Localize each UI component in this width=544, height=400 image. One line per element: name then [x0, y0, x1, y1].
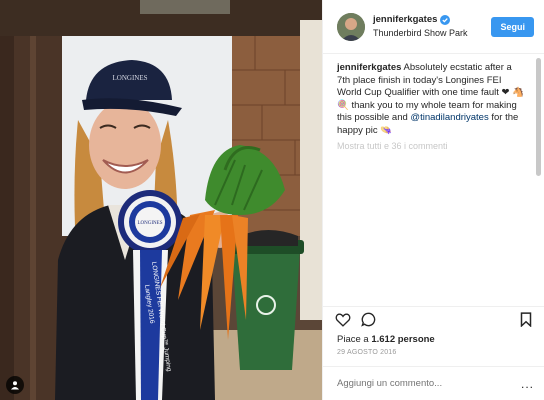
follow-button[interactable]: Segui [491, 16, 534, 37]
post-photo[interactable]: LONGINES LONGINES LONGINES FEI World Cup… [0, 0, 322, 400]
post-date[interactable]: 29 AGOSTO 2016 [323, 345, 544, 356]
caption-username[interactable]: jenniferkgates [337, 62, 401, 73]
scrollbar[interactable] [536, 58, 541, 176]
post-header: jenniferkgates Thunderbird Show Park Seg… [323, 0, 544, 54]
instagram-post: LONGINES LONGINES LONGINES FEI World Cup… [0, 0, 544, 400]
username-row: jenniferkgates [373, 13, 491, 26]
photo-illustration: LONGINES LONGINES LONGINES FEI World Cup… [0, 0, 322, 400]
header-text: jenniferkgates Thunderbird Show Park [373, 13, 491, 40]
cap-logo-text: LONGINES [113, 74, 148, 82]
more-options-icon[interactable]: ... [521, 377, 534, 391]
username-link[interactable]: jenniferkgates [373, 13, 437, 26]
comment-form: ... [323, 366, 544, 400]
comment-input[interactable] [337, 378, 521, 389]
rosette-brand-text: LONGINES [138, 221, 163, 226]
view-all-comments-link[interactable]: Mostra tutti e 36 i commenti [337, 140, 526, 153]
comment-icon[interactable] [361, 312, 376, 327]
person-tag-icon[interactable] [6, 376, 24, 394]
post-caption: jenniferkgates Absolutely ecstatic after… [323, 54, 544, 302]
bookmark-icon[interactable] [520, 312, 532, 327]
location-link[interactable]: Thunderbird Show Park [373, 27, 491, 40]
heart-icon[interactable] [335, 312, 351, 327]
caption-mention[interactable]: @tinadilandriyates [410, 112, 488, 123]
likes-suffix: persone [397, 334, 435, 345]
action-bar [323, 306, 544, 332]
post-side-panel: jenniferkgates Thunderbird Show Park Seg… [322, 0, 544, 400]
verified-badge-icon [440, 14, 451, 25]
likes-count[interactable]: Piace a 1.612 persone [323, 332, 544, 345]
avatar[interactable] [337, 12, 365, 41]
likes-number: 1.612 [371, 334, 396, 345]
likes-prefix: Piace a [337, 334, 369, 345]
